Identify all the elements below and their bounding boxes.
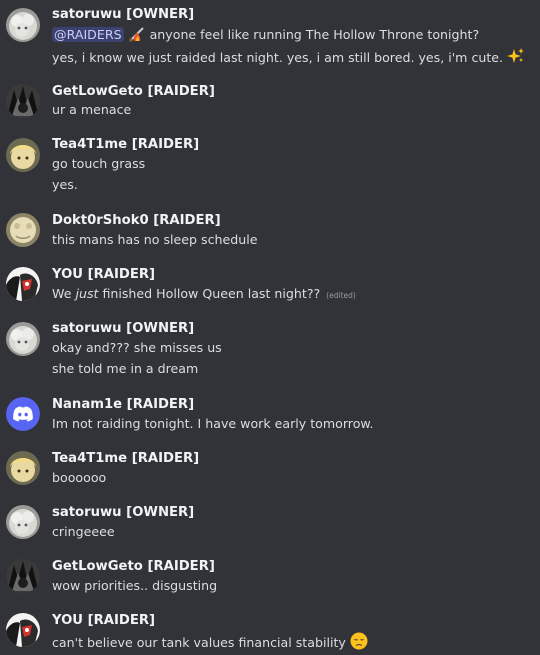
message-author[interactable]: GetLowGeto [RAIDER]: [52, 84, 215, 100]
blonde-character-avatar[interactable]: [6, 138, 40, 172]
message-line: okay and??? she misses us: [52, 340, 222, 356]
message-text: wow priorities.. disgusting: [52, 578, 218, 593]
blonde-character-avatar[interactable]: [6, 451, 40, 485]
message-text: can't believe our tank values financial …: [52, 635, 350, 650]
message-line: boooooo: [52, 470, 106, 486]
white-fluffy-avatar[interactable]: [6, 322, 40, 356]
message-text: yes, i know we just raided last night. y…: [52, 50, 508, 65]
message-author[interactable]: GetLowGeto [RAIDER]: [52, 559, 215, 575]
white-fluffy-avatar[interactable]: [6, 505, 40, 539]
message-line: cringeeee: [52, 524, 115, 540]
message-author[interactable]: Dokt0rShok0 [RAIDER]: [52, 213, 221, 229]
message-text: cringeeee: [52, 524, 115, 539]
message-line: wow priorities.. disgusting: [52, 578, 217, 594]
message-feed: satoruwu [OWNER] @RAIDERS anyone feel li…: [0, 0, 540, 655]
message-line: @RAIDERS anyone feel like running The Ho…: [52, 26, 479, 46]
message-text: finished Hollow Queen last night??: [98, 286, 321, 301]
message-author[interactable]: Tea4T1me [RAIDER]: [52, 137, 199, 153]
message-text: anyone feel like running The Hollow Thro…: [145, 27, 480, 42]
message-text: boooooo: [52, 470, 107, 485]
role-mention[interactable]: @RAIDERS: [52, 27, 124, 42]
red-white-character-avatar[interactable]: [6, 613, 40, 647]
message-line: Im not raiding tonight. I have work earl…: [52, 416, 374, 432]
message-line: go touch grass: [52, 156, 145, 172]
message-text: Im not raiding tonight. I have work earl…: [52, 416, 374, 431]
message-emphasis: just: [75, 286, 99, 301]
message-text: ur a menace: [52, 102, 132, 117]
message-text: We: [52, 286, 76, 301]
message-author[interactable]: satoruwu [OWNER]: [52, 7, 194, 23]
message-line: this mans has no sleep schedule: [52, 232, 257, 248]
message-line: yes, i know we just raided last night. y…: [52, 47, 525, 69]
white-fluffy-avatar[interactable]: [6, 8, 40, 42]
message-author[interactable]: Tea4T1me [RAIDER]: [52, 451, 199, 467]
dark-spiky-avatar[interactable]: [6, 84, 40, 118]
message-text: this mans has no sleep schedule: [52, 232, 258, 247]
message-author[interactable]: satoruwu [OWNER]: [52, 321, 194, 337]
red-white-character-avatar[interactable]: [6, 267, 40, 301]
dark-spiky-avatar[interactable]: [6, 559, 40, 593]
discord-default-avatar[interactable]: [6, 397, 40, 431]
message-text: okay and??? she misses us: [52, 340, 222, 355]
sparkles-emoji: [507, 47, 525, 69]
disappointed-face-emoji: [350, 632, 368, 654]
message-text: she told me in a dream: [52, 361, 199, 376]
message-text: go touch grass: [52, 156, 146, 171]
message-line: can't believe our tank values financial …: [52, 632, 368, 654]
edited-marker: (edited): [326, 291, 356, 300]
message-text: yes.: [52, 177, 78, 192]
flame-sword-emoji: [128, 26, 146, 46]
message-author[interactable]: Nanam1e [RAIDER]: [52, 397, 194, 413]
pale-creature-avatar[interactable]: [6, 213, 40, 247]
message-line: she told me in a dream: [52, 361, 198, 377]
message-author[interactable]: YOU [RAIDER]: [52, 267, 155, 283]
message-line: We just finished Hollow Queen last night…: [52, 286, 356, 304]
message-author[interactable]: YOU [RAIDER]: [52, 613, 155, 629]
message-author[interactable]: satoruwu [OWNER]: [52, 505, 194, 521]
message-line: yes.: [52, 177, 78, 193]
message-line: ur a menace: [52, 102, 131, 118]
